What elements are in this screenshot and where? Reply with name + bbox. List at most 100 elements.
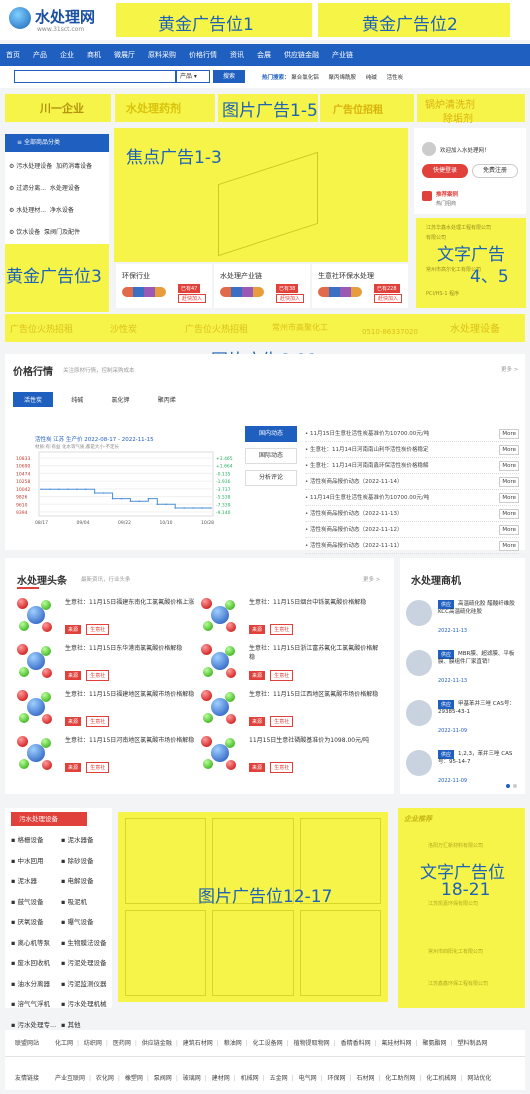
price-news-text[interactable]: 活性炭商品报价动态（2022-11-11） xyxy=(310,543,402,549)
strip-ad-text[interactable]: 广告位火热招租 xyxy=(185,322,248,335)
product-bag-image[interactable] xyxy=(212,910,294,996)
price-news-item[interactable]: • 11月14日生意社活性炭基准价为10700.00元/吨 More xyxy=(305,490,519,506)
equipment-item[interactable]: ▪ 除砂设备 xyxy=(61,851,106,872)
register-button[interactable]: 免费注册 xyxy=(472,164,518,178)
hot-search-item[interactable]: 聚丙烯酰胺 xyxy=(329,75,357,81)
product-bag-image[interactable] xyxy=(125,910,207,996)
equipment-item[interactable]: ▪ 污泥处理设备 xyxy=(61,953,106,974)
text-ad-18-21[interactable] xyxy=(398,808,525,1008)
category-item-b[interactable]: 水处理设备 xyxy=(50,185,80,192)
headline-text[interactable]: 11月15日生意社磷酸基准价为1098.00元/吨 xyxy=(249,736,379,745)
price-more-link[interactable]: 更多 > xyxy=(501,365,518,373)
company-item[interactable]: 洛阳万汇新材料有限公司 xyxy=(428,842,483,849)
price-tab[interactable]: 纯碱 xyxy=(61,393,93,406)
footer-link[interactable]: 供应链金融 xyxy=(142,1040,172,1047)
category-item[interactable]: ⚙ 饮水设备 泵阀门及配件 xyxy=(9,222,92,244)
headline-text[interactable]: 生意社：11月15日江西地区氯氟酸市场价格解稳 xyxy=(249,690,379,699)
headline-item[interactable]: 11月15日生意社磷酸基准价为1098.00元/吨 来源 生意社 xyxy=(201,736,381,776)
industry-join-button[interactable]: 赶快加入 xyxy=(374,294,403,303)
equipment-item[interactable]: ▪ 溶气气浮机 xyxy=(11,994,56,1015)
footer-link[interactable]: 农化网 xyxy=(96,1075,114,1082)
nav-chain[interactable]: 产业链 xyxy=(332,50,353,60)
headline-text[interactable]: 生意社：11月15日福建地区氯氟酸市场价格解稳 xyxy=(65,690,195,699)
strip-ad-text[interactable]: 水处理设备 xyxy=(450,320,500,335)
price-news-text[interactable]: 11月14日生意社活性炭基准价为10700.00元/吨 xyxy=(310,495,429,501)
nav-raw[interactable]: 原料采购 xyxy=(148,50,176,60)
nav-price[interactable]: 价格行情 xyxy=(189,50,217,60)
price-news-item[interactable]: • 生意社：11月14日河南南山利华活性炭价格稳定 More xyxy=(305,442,519,458)
equipment-item[interactable]: ▪ 污水处理机械 xyxy=(61,994,106,1015)
headline-text[interactable]: 生意社：11月15日浙江富苏氟化工氯氟酸价格解稳 xyxy=(249,644,379,662)
headline-text[interactable]: 生意社：11月15日河南地区氯氟酸市场价格解稳 xyxy=(65,736,195,745)
equipment-item[interactable]: ▪ 污泥监测仪器 xyxy=(61,974,106,995)
nav-company[interactable]: 企业 xyxy=(60,50,74,60)
industry-join-button[interactable]: 赶快加入 xyxy=(178,294,207,303)
more-button[interactable]: More xyxy=(499,429,519,439)
headline-text[interactable]: 生意社：11月15日东华港南氯氟酸价格解稳 xyxy=(65,644,195,653)
hot-search-item[interactable]: 聚合氯化铝 xyxy=(291,75,319,81)
business-text[interactable]: 1,2,3，苯并三唑 CAS号：95-14-7 xyxy=(438,750,520,766)
nav-finance[interactable]: 供应链金融 xyxy=(284,50,319,60)
more-button[interactable]: More xyxy=(499,461,519,471)
industry-card[interactable]: 生意社环保水处理 已有228 赶快加入 xyxy=(312,264,408,308)
business-text[interactable]: 甲基苯并三唑 CAS号：29385-43-1 xyxy=(438,700,520,716)
price-tab[interactable]: 聚丙烯 xyxy=(148,393,186,406)
category-item-a[interactable]: 饮水设备 xyxy=(16,229,40,236)
logo-icon[interactable] xyxy=(9,7,31,29)
product-bag-image[interactable] xyxy=(299,910,381,996)
category-item[interactable]: ⚙ 过滤分离... 水处理设备 xyxy=(9,178,92,200)
business-item[interactable]: 供应 高温硫化胶 醋酸纤维胶 KCC高温硫化硅胶 2022-11-13 xyxy=(406,598,522,642)
category-item[interactable]: ⚙ 污水处理设备 加药消毒设备 xyxy=(9,156,92,178)
carousel-dot-active[interactable] xyxy=(506,784,510,788)
company-item[interactable]: 江苏鑫鑫环保工程有限公司 xyxy=(428,980,488,987)
strip-ad-text[interactable]: 0510-86337020 xyxy=(362,328,418,336)
site-logo-name[interactable]: 水处理网 xyxy=(35,6,95,27)
more-button[interactable]: More xyxy=(499,477,519,487)
equipment-item[interactable]: ▪ 曝气设备 xyxy=(61,912,106,933)
footer-link[interactable]: 聚氨酯网 xyxy=(422,1040,446,1047)
price-news-item[interactable]: • 生意社：11月14日河南南鑫环保活性炭价格稳解 More xyxy=(305,458,519,474)
footer-link[interactable]: 化工网 xyxy=(55,1040,73,1047)
equipment-item[interactable]: ▪ 电解设备 xyxy=(61,871,106,892)
image-ad-6-11[interactable] xyxy=(5,314,525,342)
footer-link[interactable]: 石材网 xyxy=(356,1075,374,1082)
footer-link[interactable]: 粮油网 xyxy=(224,1040,242,1047)
footer-link[interactable]: 建筑石材网 xyxy=(183,1040,213,1047)
hot-search-item[interactable]: 纯碱 xyxy=(366,75,377,81)
hot-search-item[interactable]: 活性炭 xyxy=(387,75,404,81)
nav-home[interactable]: 首页 xyxy=(6,50,20,60)
price-news-item[interactable]: • 活性炭商品报价动态（2022-11-12） More xyxy=(305,522,519,538)
carousel-dot[interactable] xyxy=(513,784,517,788)
headline-item[interactable]: 生意社：11月15日福建地区氯氟酸市场价格解稳 来源 生意社 xyxy=(17,690,197,730)
price-news-text[interactable]: 活性炭商品报价动态（2022-11-13） xyxy=(310,511,402,517)
equipment-item[interactable]: ▪ 离心机等泵 xyxy=(11,933,56,954)
footer-link[interactable]: 产业互联网 xyxy=(55,1075,85,1082)
industry-card[interactable]: 环保行业 已有47 赶快加入 xyxy=(116,264,212,308)
headlines-more-link[interactable]: 更多 > xyxy=(363,575,380,583)
footer-link[interactable]: 氟硅材料网 xyxy=(382,1040,412,1047)
equipment-item[interactable]: ▪ 格栅设备 xyxy=(11,830,56,851)
price-news-item[interactable]: • 活性炭商品报价动态（2022-11-13） More xyxy=(305,506,519,522)
footer-link[interactable]: 网站优化 xyxy=(467,1075,491,1082)
strip-ad-text[interactable]: 广告位火热招租 xyxy=(10,322,73,335)
more-button[interactable]: More xyxy=(499,541,519,551)
search-button[interactable]: 搜索 xyxy=(213,70,245,83)
category-item[interactable]: ⚙ 水处理材... 净水设备 xyxy=(9,200,92,222)
more-button[interactable]: More xyxy=(499,493,519,503)
more-button[interactable]: More xyxy=(499,445,519,455)
strip-ad-text[interactable]: 常州市高聚化工 xyxy=(272,322,328,333)
footer-link[interactable]: 医药网 xyxy=(113,1040,131,1047)
price-news-item[interactable]: • 活性炭商品报价动态（2022-11-11） More xyxy=(305,538,519,554)
equipment-item[interactable]: ▪ 生物膜法设备 xyxy=(61,933,106,954)
company-item[interactable]: 江苏凯嘉环保有限公司 xyxy=(428,900,478,907)
equipment-item[interactable]: ▪ 油水分离器 xyxy=(11,974,56,995)
price-news-text[interactable]: 活性炭商品报价动态（2022-11-12） xyxy=(310,527,402,533)
industry-card[interactable]: 水处理产业链 已有38 赶快加入 xyxy=(214,264,310,308)
price-tab-active[interactable]: 活性炭 xyxy=(13,392,54,407)
business-item[interactable]: 供应 1,2,3，苯并三唑 CAS号：95-14-7 2022-11-09 xyxy=(406,748,522,792)
equipment-item[interactable]: ▪ 废水回收机 xyxy=(11,953,56,974)
footer-link[interactable]: 香精香料网 xyxy=(341,1040,371,1047)
category-item-b[interactable]: 净水设备 xyxy=(50,207,74,214)
login-button[interactable]: 快捷登录 xyxy=(422,164,468,178)
footer-link[interactable]: 塑料制品网 xyxy=(457,1040,487,1047)
